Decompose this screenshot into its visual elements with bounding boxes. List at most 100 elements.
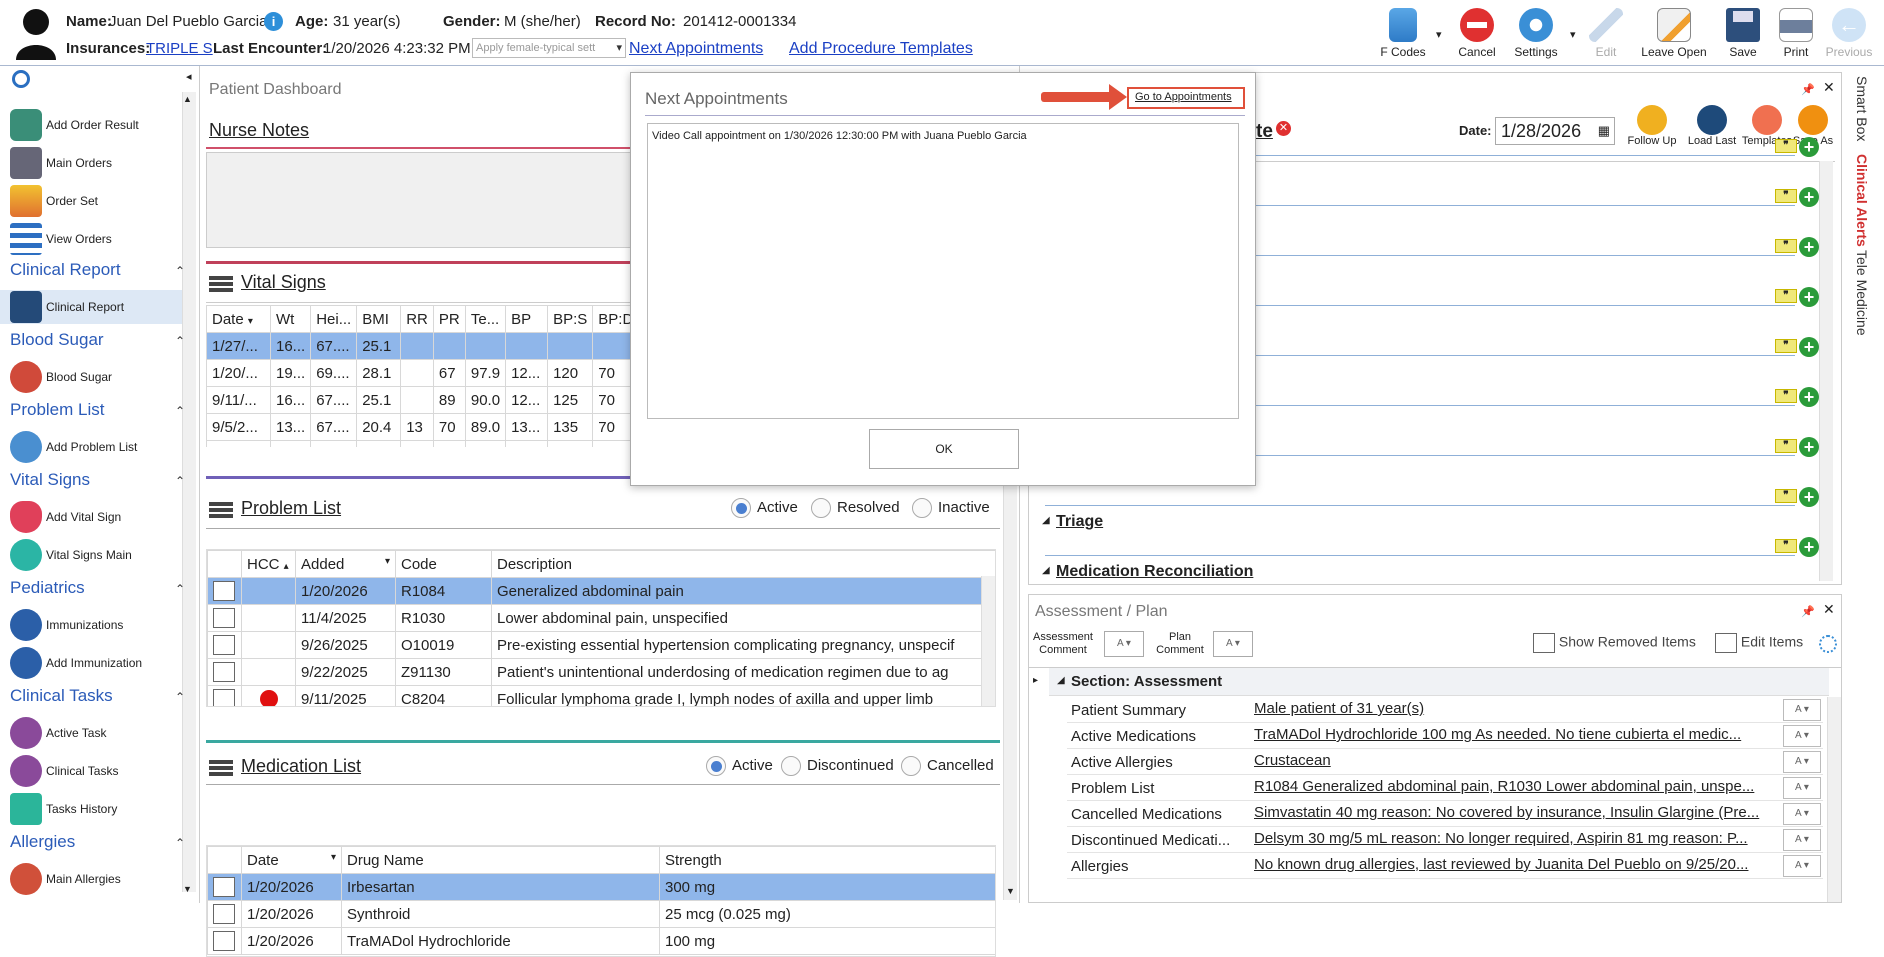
row-select[interactable] <box>207 604 242 632</box>
collapse-nav-icon[interactable]: ◂ <box>186 70 192 83</box>
assessment-row[interactable]: Active Allergies Crustacean A ▾ <box>1067 749 1823 775</box>
scroll-down-icon[interactable]: ▼ <box>1006 886 1015 896</box>
med-filter-active[interactable]: Active <box>706 756 773 776</box>
col-height[interactable]: Hei... <box>310 305 358 333</box>
scroll-up-icon[interactable]: ▲ <box>183 94 192 104</box>
row-checkbox[interactable] <box>213 662 235 682</box>
note-scrollbar[interactable] <box>1819 161 1833 581</box>
tab-clinical-alerts[interactable]: Clinical Alerts <box>1854 154 1870 247</box>
col-bp[interactable]: BP <box>505 305 549 333</box>
row-format-dropdown[interactable]: A ▾ <box>1783 699 1821 721</box>
add-plus-icon[interactable]: + <box>1799 387 1819 407</box>
col-date[interactable]: Date ▾ <box>206 305 271 333</box>
assessment-row[interactable]: Problem List R1084 Generalized abdominal … <box>1067 775 1823 801</box>
nav-section-pediatrics[interactable]: Pediatrics <box>10 578 85 598</box>
assessment-row[interactable]: Cancelled Medications Simvastatin 40 mg r… <box>1067 801 1823 827</box>
assessment-row-value[interactable]: No known drug allergies, last reviewed b… <box>1254 856 1776 873</box>
assessment-scrollbar[interactable] <box>1827 697 1841 902</box>
nav-item-clinical-tasks[interactable]: Clinical Tasks <box>10 754 118 788</box>
appointment-item[interactable]: Video Call appointment on 1/30/2026 12:3… <box>652 130 1027 142</box>
row-select[interactable] <box>207 631 242 659</box>
table-row[interactable]: 9/11/... 16... 67.... 25.1 89 90.0 12... 125 70 <box>206 386 640 414</box>
add-plus-icon[interactable]: + <box>1799 337 1819 357</box>
add-plus-icon[interactable]: + <box>1799 237 1819 257</box>
leave-open-button[interactable]: Leave Open <box>1641 8 1707 59</box>
radio-cancelled[interactable] <box>901 756 921 776</box>
radio-discontinued[interactable] <box>781 756 801 776</box>
nav-item-add-problem-list[interactable]: Add Problem List <box>10 430 137 464</box>
table-row[interactable]: 1/20/... 19... 69.... 28.1 67 97.9 12... 120 70 <box>206 359 640 387</box>
table-row[interactable]: 9/11/2025 C8204 Follicular lymphoma grade … <box>207 685 995 706</box>
row-checkbox[interactable] <box>213 689 235 706</box>
quote-icon[interactable]: ❞ <box>1775 489 1797 503</box>
row-checkbox[interactable] <box>213 877 235 897</box>
ok-button[interactable]: OK <box>869 429 1019 469</box>
nav-item-add-order-result[interactable]: Add Order Result <box>10 108 139 142</box>
collapse-chevron-icon[interactable]: ⌃ <box>175 334 185 348</box>
table-row[interactable]: 9/22/2025 Z91130 Patient's unintentional u… <box>207 658 995 686</box>
radio-active[interactable] <box>706 756 726 776</box>
nav-item-tasks-history[interactable]: Tasks History <box>10 792 117 826</box>
hamburger-menu-icon[interactable] <box>209 276 233 293</box>
next-appointments-link[interactable]: Next Appointments <box>629 40 763 58</box>
row-checkbox[interactable] <box>213 904 235 924</box>
collapse-triage-icon[interactable]: ◢ <box>1042 515 1050 526</box>
nav-item-main-orders[interactable]: Main Orders <box>10 146 112 180</box>
table-row[interactable]: 1/20/2026 R1084 Generalized abdominal pain <box>207 577 995 605</box>
collapse-chevron-icon[interactable]: ⌃ <box>175 404 185 418</box>
assessment-row-value[interactable]: Male patient of 31 year(s) <box>1254 700 1776 717</box>
fcodes-dropdown-icon[interactable]: ▾ <box>1436 28 1442 41</box>
gender-setting-dropdown[interactable]: Apply female-typical sett ▾ <box>472 38 626 58</box>
row-format-dropdown[interactable]: A ▾ <box>1783 777 1821 799</box>
tab-smart-box[interactable]: Smart Box <box>1854 76 1870 141</box>
problem-list-scrollbar[interactable] <box>981 576 995 706</box>
info-icon[interactable]: i <box>264 12 283 31</box>
collapse-chevron-icon[interactable]: ⌃ <box>175 474 185 488</box>
triage-section[interactable]: Triage <box>1056 513 1103 531</box>
nav-item-clinical-report[interactable]: Clinical Report <box>0 290 182 324</box>
settings-button[interactable]: Settings <box>1505 8 1567 59</box>
row-select[interactable] <box>207 873 242 901</box>
nav-item-vital-signs-main[interactable]: Vital Signs Main <box>10 538 132 572</box>
col-bmi[interactable]: BMI <box>356 305 402 333</box>
add-plus-icon[interactable]: + <box>1799 137 1819 157</box>
nav-section-clinical-report[interactable]: Clinical Report <box>10 260 121 280</box>
col-rr[interactable]: RR <box>400 305 434 333</box>
quote-icon[interactable]: ❞ <box>1775 439 1797 453</box>
radio-resolved[interactable] <box>811 498 831 518</box>
nav-section-vital-signs[interactable]: Vital Signs <box>10 470 90 490</box>
assessment-row-value[interactable]: Crustacean <box>1254 752 1776 769</box>
quote-icon[interactable]: ❞ <box>1775 389 1797 403</box>
collapse-chevron-icon[interactable]: ⌃ <box>175 264 185 278</box>
nav-item-active-task[interactable]: Active Task <box>10 716 106 750</box>
med-filter-discontinued[interactable]: Discontinued <box>781 756 894 776</box>
collapse-chevron-icon[interactable]: ⌃ <box>175 690 185 704</box>
scroll-down-icon[interactable]: ▼ <box>183 884 192 894</box>
quote-icon[interactable]: ❞ <box>1775 239 1797 253</box>
assessment-row-value[interactable]: Simvastatin 40 mg reason: No covered by … <box>1254 804 1776 821</box>
add-plus-icon[interactable]: + <box>1799 537 1819 557</box>
col-pr[interactable]: PR <box>432 305 466 333</box>
row-format-dropdown[interactable]: A ▾ <box>1783 803 1821 825</box>
col-strength[interactable]: Strength <box>659 846 995 874</box>
collapse-chevron-icon[interactable]: ⌃ <box>175 836 185 850</box>
assessment-row[interactable]: Discontinued Medicati... Delsym 30 mg/5 m… <box>1067 827 1823 853</box>
add-procedure-templates-link[interactable]: Add Procedure Templates <box>789 40 973 58</box>
row-format-dropdown[interactable]: A ▾ <box>1783 725 1821 747</box>
col-code[interactable]: Code <box>395 550 492 578</box>
quote-icon[interactable]: ❞ <box>1775 339 1797 353</box>
radio-active[interactable] <box>731 498 751 518</box>
row-select[interactable] <box>207 658 242 686</box>
cancel-button[interactable]: Cancel <box>1446 8 1508 59</box>
go-to-appointments-link[interactable]: Go to Appointments <box>1135 91 1232 103</box>
med-filter-cancelled[interactable]: Cancelled <box>901 756 994 776</box>
col-added[interactable]: Added ▾ <box>295 550 396 578</box>
col-date[interactable]: Date ▾ <box>241 846 342 874</box>
nav-scrollbar[interactable] <box>182 92 196 892</box>
table-row[interactable]: 11/4/2025 R1030 Lower abdominal pain, unsp… <box>207 604 995 632</box>
add-plus-icon[interactable]: + <box>1799 287 1819 307</box>
row-select[interactable] <box>207 577 242 605</box>
row-checkbox[interactable] <box>213 635 235 655</box>
add-plus-icon[interactable]: + <box>1799 187 1819 207</box>
row-format-dropdown[interactable]: A ▾ <box>1783 829 1821 851</box>
